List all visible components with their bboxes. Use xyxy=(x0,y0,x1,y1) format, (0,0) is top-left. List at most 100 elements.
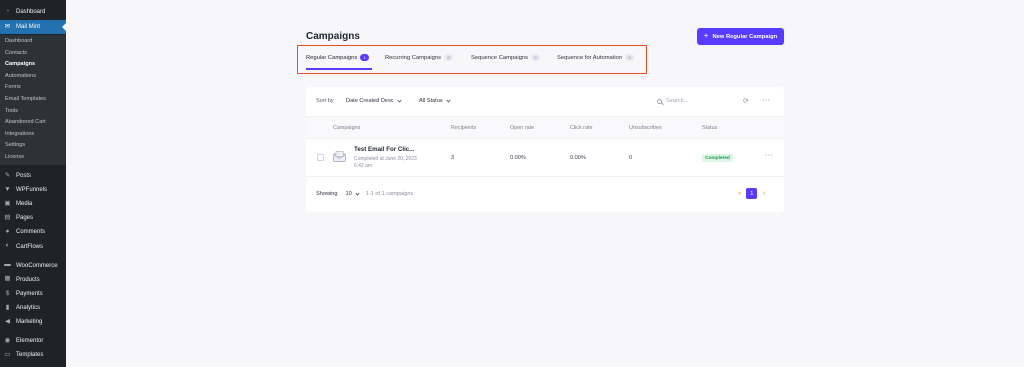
email-campaign-icon xyxy=(333,151,346,162)
status-select[interactable]: All Status xyxy=(419,97,451,104)
sidebar-item-cartflows[interactable]: ◐ CartFlows xyxy=(0,239,66,253)
recipients-value: 3 xyxy=(451,155,455,161)
refresh-icon[interactable]: ⟳ xyxy=(743,98,749,105)
sidebar-item-templates[interactable]: ▭ Templates xyxy=(0,348,66,362)
sidebar-item-label: Templates xyxy=(16,352,44,359)
new-regular-campaign-button[interactable]: + New Regular Campaign xyxy=(697,28,784,45)
analytics-icon: ▮ xyxy=(5,303,10,311)
sort-select[interactable]: Date Created Desc xyxy=(346,97,402,104)
cartflows-icon: ◐ xyxy=(5,242,10,250)
sidebar-item-label: Media xyxy=(16,201,33,208)
sidebar-item-dashboard[interactable]: ◔ Dashboard xyxy=(0,4,66,20)
tab-recurring-campaigns[interactable]: Recurring Campaigns 0 xyxy=(385,54,454,61)
sidebar-item-comments[interactable]: ● Comments xyxy=(0,225,66,239)
next-page-icon[interactable]: » xyxy=(762,191,765,197)
sidebar-item-payments[interactable]: $ Payments xyxy=(0,287,66,301)
chevron-down-icon xyxy=(355,190,360,196)
sidebar-item-media[interactable]: ▣ Media xyxy=(0,197,66,211)
chevron-down-icon xyxy=(446,97,451,103)
tab-count-badge: 1 xyxy=(360,54,370,61)
campaigns-card: Sort by Date Created Desc All Status Sea… xyxy=(306,87,784,212)
sidebar-item-label: Dashboard xyxy=(16,9,46,15)
sidebar-item-marketing[interactable]: ◀ Marketing xyxy=(0,315,66,329)
more-options-icon[interactable]: ··· xyxy=(762,97,771,104)
sidebar-item-analytics[interactable]: ▮ Analytics xyxy=(0,301,66,315)
search-placeholder: Search... xyxy=(666,98,689,104)
tab-label: Sequence Campaigns xyxy=(471,54,529,61)
campaign-title-link[interactable]: Test Email For Clic... xyxy=(354,146,414,153)
column-header: Campaigns xyxy=(333,125,361,131)
tab-count-badge: 0 xyxy=(531,54,541,61)
page-title: Campaigns xyxy=(306,31,360,42)
media-icon: ▣ xyxy=(4,199,11,207)
products-icon: ▦ xyxy=(4,275,11,283)
funnel-icon: ▼ xyxy=(4,185,11,193)
tab-sequence-campaigns[interactable]: Sequence Campaigns 0 xyxy=(471,54,541,61)
woocommerce-icon: ▬ xyxy=(4,261,11,269)
sidebar-item-label: Posts xyxy=(16,173,32,180)
status-badge: Completed xyxy=(702,154,733,162)
sidebar-item-wpfunnels[interactable]: ▼ WPFunnels xyxy=(0,183,66,197)
submenu-forms[interactable]: Forms xyxy=(0,82,66,94)
tab-label: Regular Campaigns xyxy=(306,54,358,61)
click-rate-value: 0.00% xyxy=(570,155,586,161)
pages-icon: ▤ xyxy=(4,214,11,222)
sort-select-value: Date Created Desc xyxy=(346,98,394,104)
tab-count-badge: 0 xyxy=(625,54,635,61)
submenu-abandoned-cart[interactable]: Abandoned Cart xyxy=(0,117,66,129)
column-header: Open rate xyxy=(510,125,534,131)
comment-icon: ● xyxy=(5,228,10,236)
showing-label: Showing xyxy=(316,191,338,197)
sidebar-item-posts[interactable]: ✎ Posts xyxy=(0,169,66,183)
submenu-license[interactable]: License xyxy=(0,152,66,164)
search-icon xyxy=(657,98,662,104)
mail-mint-submenu: Dashboard Contacts Campaigns Automations… xyxy=(0,35,66,165)
pagination-footer: Showing 10 1-1 of 1 campaigns xyxy=(316,190,414,197)
submenu-dashboard[interactable]: Dashboard xyxy=(0,36,66,48)
sidebar-item-elementor[interactable]: ◉ Elementor xyxy=(0,334,66,348)
table-row[interactable]: Test Email For Clic... Completed at June… xyxy=(306,139,784,177)
templates-icon: ▭ xyxy=(4,350,11,358)
new-regular-campaign-label: New Regular Campaign xyxy=(712,33,778,40)
sidebar-item-label: Mail Mint xyxy=(16,24,41,30)
sidebar-item-woocommerce[interactable]: ▬ WooCommerce xyxy=(0,259,66,273)
status-select-value: All Status xyxy=(419,98,443,104)
column-header: Recipients xyxy=(451,125,477,131)
plus-icon: + xyxy=(703,31,709,40)
admin-sidebar: ◔ Dashboard ✉ Mail Mint Dashboard Contac… xyxy=(0,0,66,367)
tab-regular-campaigns[interactable]: Regular Campaigns 1 xyxy=(306,54,370,61)
sidebar-item-label: Pages xyxy=(16,215,34,222)
row-checkbox[interactable] xyxy=(317,154,324,161)
sidebar-item-label: Analytics xyxy=(16,304,41,311)
sidebar-item-label: CartFlows xyxy=(16,243,44,250)
per-page-value: 10 xyxy=(345,191,352,197)
sidebar-item-label: WPFunnels xyxy=(16,187,48,194)
submenu-integrations[interactable]: Integrations xyxy=(0,129,66,141)
submenu-contacts[interactable]: Contacts xyxy=(0,48,66,60)
per-page-select[interactable]: 10 xyxy=(345,190,360,197)
page-number-button[interactable]: 1 xyxy=(746,188,758,199)
submenu-automations[interactable]: Automations xyxy=(0,71,66,83)
prev-page-icon[interactable]: « xyxy=(738,191,741,197)
sidebar-item-pages[interactable]: ▤ Pages xyxy=(0,211,66,225)
search-input[interactable]: Search... xyxy=(657,98,688,104)
tab-label: Recurring Campaigns xyxy=(385,54,442,61)
sidebar-item-label: Marketing xyxy=(16,318,43,325)
megaphone-icon: ◀ xyxy=(5,317,10,325)
submenu-settings[interactable]: Settings xyxy=(0,140,66,152)
submenu-email-templates[interactable]: Email Templates xyxy=(0,94,66,106)
table-header: Campaigns Recipients Open rate Click rat… xyxy=(306,116,784,139)
sidebar-item-mail-mint[interactable]: ✉ Mail Mint xyxy=(0,20,66,34)
sidebar-item-label: Comments xyxy=(16,229,46,236)
row-actions-icon[interactable]: ··· xyxy=(765,152,774,159)
open-rate-value: 0.00% xyxy=(510,155,526,161)
sidebar-item-products[interactable]: ▦ Products xyxy=(0,273,66,287)
sidebar-item-label: Payments xyxy=(16,290,43,297)
column-header: Status xyxy=(702,125,718,131)
results-range: 1-1 of 1 campaigns xyxy=(365,191,414,197)
submenu-tools[interactable]: Tools xyxy=(0,106,66,118)
tab-sequence-for-automation[interactable]: Sequence for Automation 0 xyxy=(557,54,635,61)
mail-icon: ✉ xyxy=(4,22,11,30)
sidebar-item-label: Products xyxy=(16,276,40,283)
submenu-campaigns[interactable]: Campaigns xyxy=(0,59,66,71)
